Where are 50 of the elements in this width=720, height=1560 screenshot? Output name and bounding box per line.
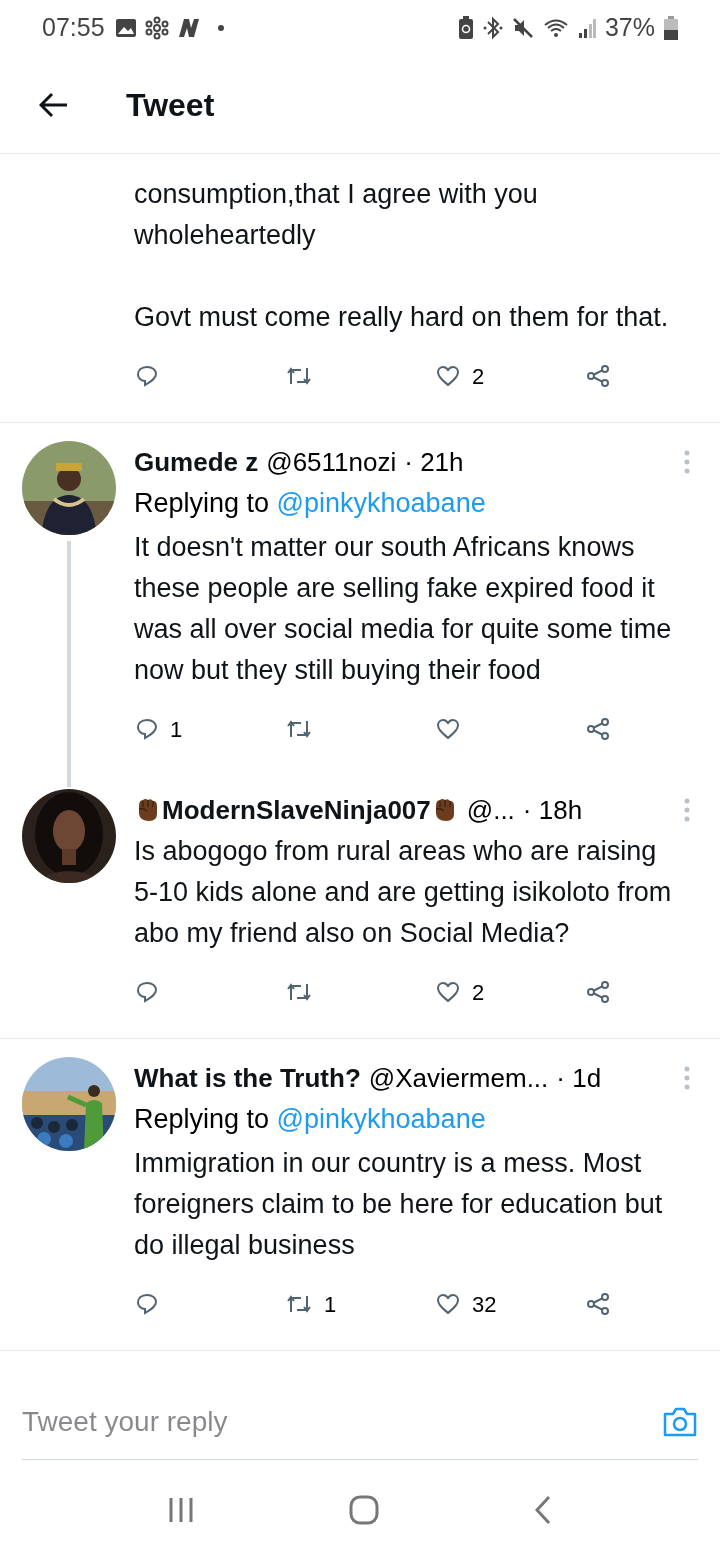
reply-button[interactable]: 1: [136, 712, 286, 746]
mute-icon: [511, 17, 534, 39]
speech-bubble-icon: [136, 364, 158, 388]
tweet-text: Is abogogo from rural areas who are raising 5-10 kids alone and are getting isikoloto from abo my friend also on Social Media?: [134, 835, 673, 950]
author-name: Gumede z: [134, 446, 259, 479]
speech-bubble-icon: [136, 717, 158, 741]
tweet-time: · 18h: [522, 794, 583, 827]
author-name: What is the Truth?: [134, 1062, 361, 1095]
battery-icon: [664, 16, 678, 40]
battery-percent: 37%: [604, 12, 655, 44]
heart-icon: [436, 717, 460, 741]
bluetooth-icon: [482, 16, 503, 40]
tweet-time: · 21h: [404, 446, 464, 479]
author-handle: @Xaviermem...: [368, 1062, 549, 1095]
tweet-text: It doesn't matter our south Africans knows these people are selling fake expired food it was all over social media for quite some time now but they still buying their food: [134, 531, 673, 687]
share-icon: [586, 364, 610, 388]
status-time: 07:55: [42, 12, 105, 44]
recent-apps-icon[interactable]: [167, 1496, 195, 1524]
flower-icon: [144, 16, 169, 40]
page-title: Tweet: [126, 85, 215, 125]
wifi-icon: [542, 17, 569, 39]
retweet-button[interactable]: 1: [286, 1287, 436, 1321]
tweet-text: consumption,that I agree with you wholeheartedly: [134, 178, 539, 252]
home-icon[interactable]: [349, 1495, 379, 1525]
author-handle: @6511nozi: [266, 446, 397, 479]
author-name: ModernSlaveNinja007: [162, 794, 431, 827]
replying-label: Replying to: [134, 488, 270, 518]
like-button[interactable]: 2: [436, 975, 586, 1009]
replying-label: Replying to: [134, 1104, 270, 1134]
signal-icon: [577, 17, 596, 39]
tweet-text: Govt must come really hard on them for that.: [134, 301, 670, 334]
share-icon: [586, 1292, 610, 1316]
speech-bubble-icon: [136, 980, 158, 1004]
image-icon: [114, 18, 137, 38]
share-icon: [586, 717, 610, 741]
tweet-text: Immigration in our country is a mess. Most foreigners claim to be here for education but do illegal business: [134, 1147, 664, 1262]
camera-icon[interactable]: [662, 1405, 698, 1438]
back-icon[interactable]: [533, 1495, 553, 1525]
heart-icon: [436, 364, 460, 388]
n-logo-icon: [176, 18, 201, 38]
author-handle: @...: [466, 794, 515, 827]
heart-icon: [436, 980, 460, 1004]
like-button[interactable]: 2: [436, 359, 586, 393]
speech-bubble-icon: [136, 1292, 158, 1316]
like-button[interactable]: 32: [436, 1287, 586, 1321]
reply-field[interactable]: Tweet your reply: [22, 1400, 662, 1443]
heart-icon: [436, 1292, 460, 1316]
share-icon: [586, 980, 610, 1004]
battery-saver-icon: [457, 16, 474, 40]
tweet-time: · 1d: [556, 1062, 602, 1095]
